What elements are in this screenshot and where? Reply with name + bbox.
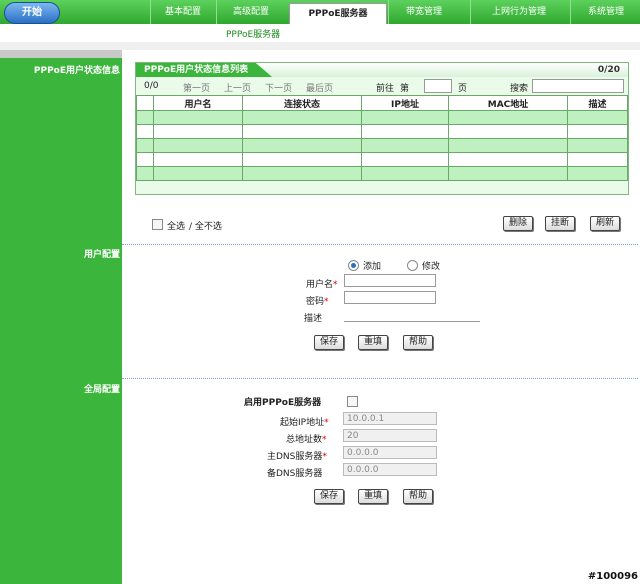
section-divider [122,378,638,379]
top-nav-bar: 开始 基本配置 高级配置 PPPoE服务器 带宽管理 上网行为管理 系统管理 [0,0,640,25]
left-column [0,50,122,584]
mode-add-label: 添加 [363,262,382,272]
user-status-panel: PPPoE用户状态信息列表 0/20 0/0 第一页 上一页 下一页 最后页 前… [135,62,629,195]
primary-dns-field[interactable]: 0.0.0.0 [343,446,437,459]
col-connection-status: 连接状态 [242,95,362,111]
user-status-table: 用户名 连接状态 IP地址 MAC地址 描述 [136,95,628,181]
user-reset-button[interactable]: 重填 [358,335,389,350]
secondary-dns-field[interactable]: 0.0.0.0 [343,463,437,476]
page-prefix-label: 第 [400,84,410,94]
global-save-button[interactable]: 保存 [314,489,345,504]
global-reset-button[interactable]: 重填 [358,489,389,504]
table-row [136,138,628,153]
first-page-link[interactable]: 第一页 [183,81,210,94]
username-field[interactable] [344,274,436,287]
total-address-label: 总地址数* [286,435,327,445]
panel-header: PPPoE用户状态信息列表 0/20 [136,63,628,77]
prev-page-link[interactable]: 上一页 [224,81,251,94]
tab-advanced-config[interactable]: 高级配置 [216,0,285,24]
start-button[interactable]: 开始 [4,2,60,24]
description-label: 描述 [304,314,323,324]
tab-pppoe-server[interactable]: PPPoE服务器 [289,3,387,25]
tab-basic-config[interactable]: 基本配置 [150,0,215,24]
panel-title: PPPoE用户状态信息列表 [136,63,273,77]
primary-dns-label: 主DNS服务器* [267,452,327,462]
tab-internet-behavior[interactable]: 上网行为管理 [470,0,567,24]
goto-label: 前往 [376,84,395,94]
delete-button[interactable]: 删除 [503,216,534,231]
left-column-cap [0,50,122,58]
global-help-button[interactable]: 帮助 [403,489,434,504]
col-description: 描述 [567,95,628,111]
table-row [136,124,628,139]
table-row [136,166,628,181]
select-all-label[interactable]: 全选 [167,219,185,232]
user-count: 0/20 [597,65,620,75]
sub-nav-bar: PPPoE服务器 [0,24,640,43]
description-field[interactable] [344,321,480,322]
search-input[interactable] [532,79,624,93]
section-label-global-config: 全局配置 [83,385,120,395]
table-row [136,110,628,125]
password-label: 密码* [306,297,329,307]
col-select [136,95,154,111]
user-save-button[interactable]: 保存 [314,335,345,350]
total-address-field[interactable]: 20 [343,429,437,442]
refresh-button[interactable]: 刷新 [590,216,621,231]
tab-bandwidth-management[interactable]: 带宽管理 [388,0,459,24]
subtab-pppoe-server[interactable]: PPPoE服务器 [226,27,280,40]
next-page-link[interactable]: 下一页 [265,81,292,94]
user-help-button[interactable]: 帮助 [403,335,434,350]
deselect-all-label[interactable]: / 全不选 [189,219,222,232]
secondary-dns-label: 备DNS服务器 [267,469,323,479]
col-username: 用户名 [153,95,243,111]
pager: 0/0 第一页 上一页 下一页 最后页 前往 第 页 搜索 [136,79,628,94]
hangup-button[interactable]: 挂断 [545,216,576,231]
select-all-checkbox[interactable] [152,219,163,230]
section-divider [122,244,638,245]
search-label: 搜索 [510,84,529,94]
enable-pppoe-label: 启用PPPoE服务器 [244,398,322,408]
start-ip-field[interactable]: 10.0.0.1 [343,412,437,425]
username-label: 用户名* [306,280,338,290]
section-label-status: PPPoE用户状态信息 [33,66,120,76]
spacer [0,42,640,50]
page-number-input[interactable] [424,79,452,93]
col-mac-address: MAC地址 [448,95,568,111]
col-ip-address: IP地址 [361,95,449,111]
last-page-link[interactable]: 最后页 [306,81,333,94]
mode-edit-label: 修改 [422,262,441,272]
mode-add-radio[interactable] [348,260,359,271]
section-label-user-config: 用户配置 [83,250,120,260]
page-indicator: 0/0 [144,81,159,91]
enable-pppoe-checkbox[interactable] [347,396,358,407]
password-field[interactable] [344,291,436,304]
table-row [136,152,628,167]
watermark: #100096 [587,571,638,582]
mode-edit-radio[interactable] [407,260,418,271]
page-suffix-label: 页 [458,84,468,94]
start-ip-label: 起始IP地址* [280,418,329,428]
tab-system-management[interactable]: 系统管理 [570,0,640,24]
